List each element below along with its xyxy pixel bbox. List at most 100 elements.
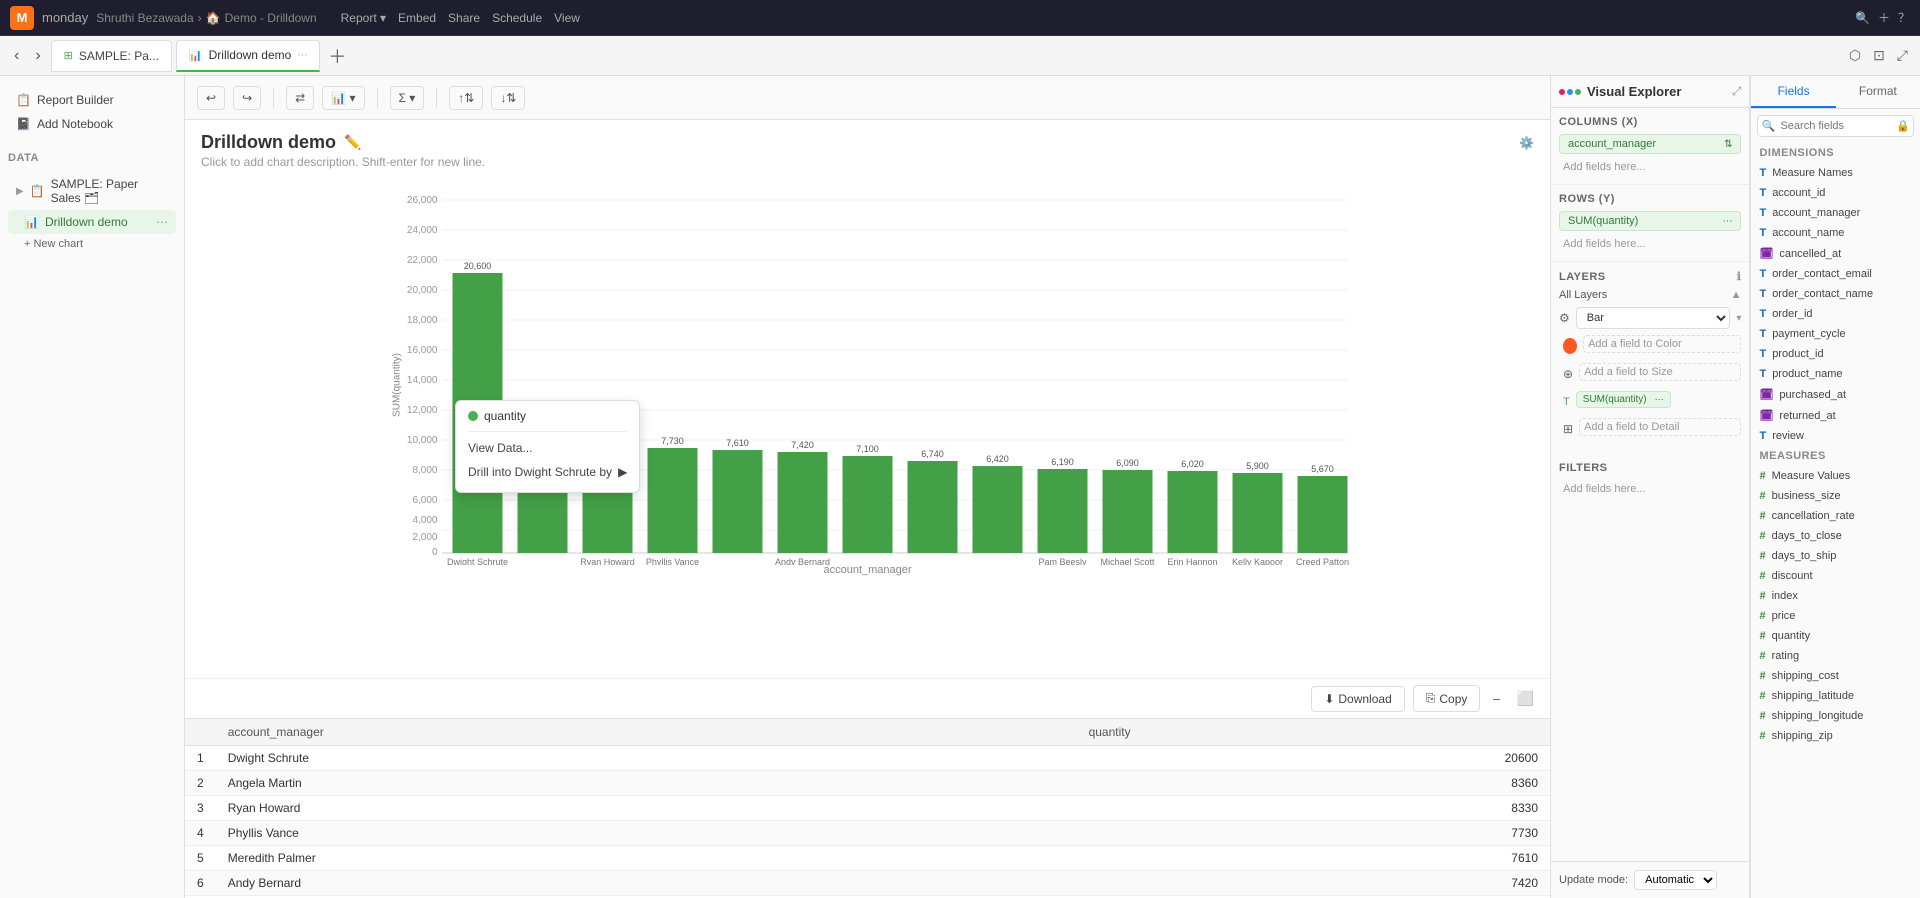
field-days-to-ship[interactable]: # days_to_ship: [1751, 546, 1920, 566]
sidebar-item-report-builder[interactable]: 📋 Report Builder: [8, 88, 176, 112]
edit-title-icon[interactable]: ✏️: [344, 134, 361, 151]
field-cancellation-rate[interactable]: # cancellation_rate: [1751, 506, 1920, 526]
field-payment-cycle[interactable]: T payment_cycle: [1751, 324, 1920, 344]
field-review[interactable]: T review: [1751, 426, 1920, 446]
tab-drilldown[interactable]: 📊 Drilldown demo ⋯: [176, 40, 320, 72]
field-shipping-zip[interactable]: # shipping_zip: [1751, 726, 1920, 746]
copy-button[interactable]: ⎘ Copy: [1413, 685, 1481, 712]
undo-btn[interactable]: ↩: [197, 86, 225, 110]
bar-kelly[interactable]: [1233, 473, 1283, 553]
layer-settings-icon[interactable]: ⚙: [1559, 311, 1570, 325]
add-size-field-btn[interactable]: Add a field to Size: [1579, 363, 1741, 381]
nav-schedule[interactable]: Schedule: [492, 11, 542, 25]
search-icon[interactable]: 🔍: [1855, 11, 1870, 25]
field-order-id[interactable]: T order_id: [1751, 304, 1920, 324]
field-account-manager[interactable]: T account_manager: [1751, 203, 1920, 223]
add-icon[interactable]: ＋: [1878, 9, 1890, 26]
sidebar-item-sample[interactable]: ▶ 📋 SAMPLE: Paper Sales 🗂: [8, 172, 176, 210]
field-purchased-at[interactable]: 🗓 purchased_at: [1751, 384, 1920, 405]
field-order-contact-email[interactable]: T order_contact_email: [1751, 264, 1920, 284]
nav-view[interactable]: View: [554, 11, 580, 25]
chart-settings-icon[interactable]: ⚙️: [1519, 136, 1534, 150]
rows-y-field[interactable]: SUM(quantity) ⋯: [1559, 211, 1741, 231]
tab-fields[interactable]: Fields: [1751, 76, 1835, 108]
fields-lock-icon[interactable]: 🔒: [1896, 120, 1910, 133]
tooltip-drill-into[interactable]: Drill into Dwight Schrute by ▶: [468, 460, 627, 484]
sort-asc-btn[interactable]: ↑⇅: [449, 86, 483, 110]
swap-btn[interactable]: ⇄: [286, 86, 314, 110]
sort-desc-btn[interactable]: ↓⇅: [491, 86, 525, 110]
field-discount[interactable]: # discount: [1751, 566, 1920, 586]
field-measure-values[interactable]: # Measure Values: [1751, 466, 1920, 486]
back-button[interactable]: ‹: [8, 45, 25, 67]
bar-stanley[interactable]: [843, 456, 893, 553]
bar-meredith[interactable]: [713, 450, 763, 553]
field-cancelled-at[interactable]: 🗓 cancelled_at: [1751, 243, 1920, 264]
redo-btn[interactable]: ↪: [233, 86, 261, 110]
add-color-field-btn[interactable]: Add a field to Color: [1583, 335, 1741, 353]
columns-x-field[interactable]: account_manager ⇅: [1559, 134, 1741, 154]
columns-x-sort-icon[interactable]: ⇅: [1724, 139, 1732, 150]
bar-erin[interactable]: [1168, 471, 1218, 553]
tab-sample[interactable]: ⊞ SAMPLE: Pa...: [51, 40, 172, 72]
field-index[interactable]: # index: [1751, 586, 1920, 606]
add-rows-field[interactable]: Add fields here...: [1559, 235, 1741, 253]
add-tab-button[interactable]: ＋: [324, 39, 350, 73]
minimize-table-button[interactable]: −: [1488, 687, 1504, 711]
field-measure-names[interactable]: T Measure Names: [1751, 163, 1920, 183]
layers-info-icon[interactable]: ℹ: [1737, 270, 1742, 283]
nav-embed[interactable]: Embed: [398, 11, 436, 25]
sum-qty-options[interactable]: ⋯: [1655, 394, 1664, 405]
add-filters-field[interactable]: Add fields here...: [1559, 480, 1741, 498]
nav-report[interactable]: Report ▾: [341, 11, 386, 25]
layers-collapse-icon[interactable]: ▲: [1731, 289, 1742, 301]
ve-expand-icon[interactable]: ⤢: [1732, 84, 1742, 99]
expand-table-button[interactable]: ⬜: [1513, 686, 1538, 711]
chart-type-btn[interactable]: 📊 ▾: [322, 86, 364, 110]
field-order-contact-name[interactable]: T order_contact_name: [1751, 284, 1920, 304]
field-returned-at[interactable]: 🗓 returned_at: [1751, 405, 1920, 426]
field-shipping-longitude[interactable]: # shipping_longitude: [1751, 706, 1920, 726]
col-quantity[interactable]: quantity: [1077, 719, 1550, 746]
expand-button[interactable]: ⤢: [1893, 43, 1912, 68]
bar-andy[interactable]: [778, 452, 828, 553]
field-shipping-cost[interactable]: # shipping_cost: [1751, 666, 1920, 686]
presentation-button[interactable]: ⊡: [1869, 43, 1889, 68]
sum-quantity-pill[interactable]: SUM(quantity) ⋯: [1576, 391, 1671, 408]
add-detail-field-btn[interactable]: Add a field to Detail: [1579, 418, 1741, 436]
tab-options-icon[interactable]: ⋯: [297, 50, 307, 61]
field-account-id[interactable]: T account_id: [1751, 183, 1920, 203]
tab-format[interactable]: Format: [1836, 76, 1920, 108]
layer-type-select[interactable]: Bar: [1576, 307, 1731, 329]
bar-kevin[interactable]: [908, 461, 958, 553]
tooltip-view-data[interactable]: View Data...: [468, 436, 627, 460]
field-product-name[interactable]: T product_name: [1751, 364, 1920, 384]
update-mode-select[interactable]: Automatic: [1634, 870, 1717, 890]
bar-pam[interactable]: [1038, 469, 1088, 553]
bar-creed[interactable]: [1298, 476, 1348, 553]
nav-share[interactable]: Share: [448, 11, 480, 25]
field-price[interactable]: # price: [1751, 606, 1920, 626]
bar-michael[interactable]: [1103, 470, 1153, 553]
help-icon[interactable]: ？: [1898, 9, 1910, 26]
bar-oscar[interactable]: [973, 466, 1023, 553]
field-account-name[interactable]: T account_name: [1751, 223, 1920, 243]
new-chart-button[interactable]: + New chart: [8, 234, 176, 254]
drilldown-options-icon[interactable]: ⋯: [156, 215, 168, 229]
aggregate-btn[interactable]: Σ ▾: [390, 86, 425, 110]
field-product-id[interactable]: T product_id: [1751, 344, 1920, 364]
bar-phyllis[interactable]: [648, 448, 698, 553]
field-business-size[interactable]: # business_size: [1751, 486, 1920, 506]
forward-button[interactable]: ›: [29, 45, 46, 67]
fields-search-input[interactable]: [1757, 115, 1914, 137]
field-shipping-latitude[interactable]: # shipping_latitude: [1751, 686, 1920, 706]
share-view-button[interactable]: ⬡: [1845, 43, 1865, 68]
rows-y-options-icon[interactable]: ⋯: [1722, 216, 1732, 227]
sidebar-item-add-notebook[interactable]: 📓 Add Notebook: [8, 112, 176, 136]
sidebar-item-drilldown[interactable]: 📊 Drilldown demo ⋯: [8, 210, 176, 234]
download-button[interactable]: ⬇ Download: [1311, 686, 1404, 712]
add-columns-field[interactable]: Add fields here...: [1559, 158, 1741, 176]
field-quantity[interactable]: # quantity: [1751, 626, 1920, 646]
field-days-to-close[interactable]: # days_to_close: [1751, 526, 1920, 546]
col-account-manager[interactable]: account_manager: [216, 719, 1077, 746]
